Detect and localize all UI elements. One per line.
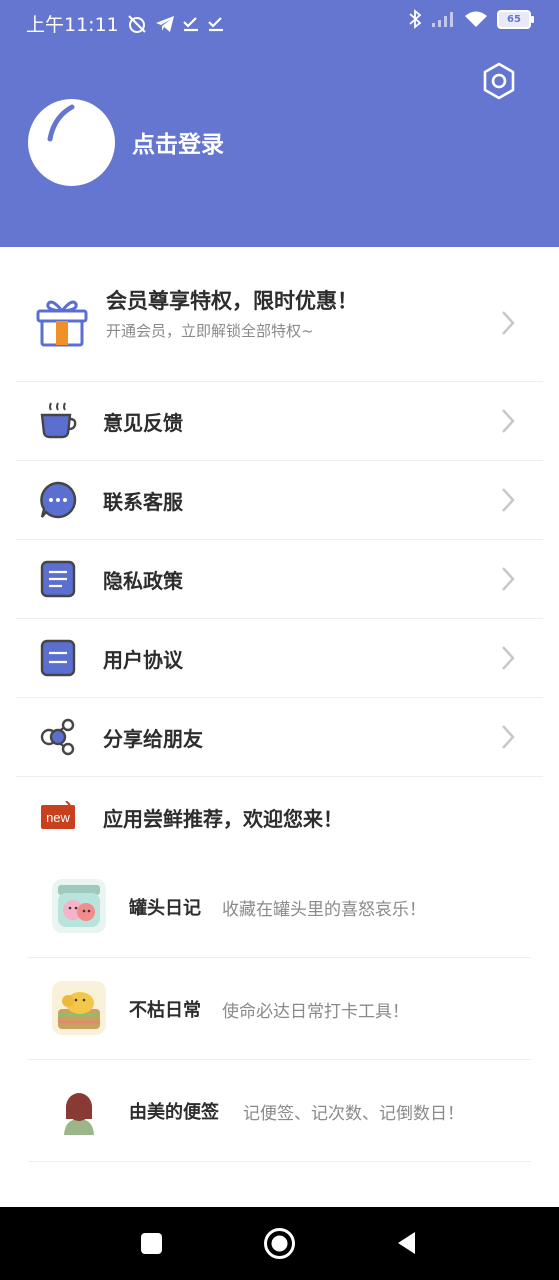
menu-item-label: 用户协议 [103,648,183,672]
recommend-title: 应用尝鲜推荐，欢迎您来！ [103,807,343,831]
recommended-app-item[interactable]: 罐头日记 收藏在罐头里的喜怒哀乐！ [28,855,531,958]
alarm-off-icon [128,14,146,33]
jar-app-icon [52,879,106,933]
battery-icon: 65 [497,9,534,29]
app-description: 收藏在罐头里的喜怒哀乐！ [222,900,426,920]
status-bar: 上午11:11 65 [0,0,559,44]
app-name: 罐头日记 [129,898,201,919]
chevron-right-icon [502,646,515,670]
bluetooth-icon [409,9,422,29]
profile-header: 上午11:11 65 点击登录 [0,0,559,247]
login-button[interactable]: 点击登录 [132,125,224,159]
share-icon [40,718,75,756]
svg-text:new: new [46,810,70,825]
recommended-app-item[interactable]: 由美的便签 记便签、记次数、记倒数日！ [28,1059,531,1162]
telegram-icon [155,15,174,32]
wifi-icon [465,11,487,27]
system-navigation-bar [0,1207,559,1280]
menu-item-feedback[interactable]: 意见反馈 [16,381,543,461]
task-done-icon [207,16,223,31]
elephant-app-icon [52,981,106,1035]
menu-item-share[interactable]: 分享给朋友 [16,697,543,777]
avatar[interactable] [28,99,115,186]
menu-item-label: 分享给朋友 [103,727,203,751]
chevron-right-icon [502,311,515,335]
app-description: 记便签、记次数、记倒数日！ [243,1104,464,1124]
girl-app-icon [52,1083,106,1137]
recent-apps-icon[interactable] [140,1232,163,1255]
task-done-icon [182,16,198,31]
back-icon[interactable] [395,1230,417,1256]
agreement-icon [40,639,76,677]
chat-bubble-icon [40,481,77,519]
app-name: 由美的便签 [129,1102,219,1123]
new-badge-icon: new [40,800,76,835]
chevron-right-icon [502,488,515,512]
menu-item-label: 联系客服 [103,490,183,514]
recommended-app-item[interactable]: 不枯日常 使命必达日常打卡工具！ [28,957,531,1060]
chevron-right-icon [502,409,515,433]
signal-icon [432,12,453,27]
vip-title: 会员尊享特权，限时优惠！ [106,289,358,313]
settings-gear-icon[interactable] [480,62,518,100]
app-description: 使命必达日常打卡工具！ [222,1002,409,1022]
vip-promo-row[interactable]: 会员尊享特权，限时优惠！ 开通会员，立即解锁全部特权~ [16,265,543,382]
menu-item-user-agreement[interactable]: 用户协议 [16,618,543,698]
menu-item-privacy-policy[interactable]: 隐私政策 [16,539,543,619]
menu-item-label: 意见反馈 [103,411,183,435]
vip-subtitle: 开通会员，立即解锁全部特权~ [106,322,314,340]
avatar-loading-arc-icon [47,104,75,142]
app-name: 不枯日常 [129,1000,201,1021]
document-icon [40,560,76,598]
gift-icon [36,300,88,347]
status-time: 上午11:11 [26,14,119,36]
home-icon[interactable] [263,1227,296,1260]
menu-item-customer-service[interactable]: 联系客服 [16,460,543,540]
chevron-right-icon [502,725,515,749]
coffee-cup-icon [40,402,77,439]
menu-item-label: 隐私政策 [103,569,183,593]
chevron-right-icon [502,567,515,591]
